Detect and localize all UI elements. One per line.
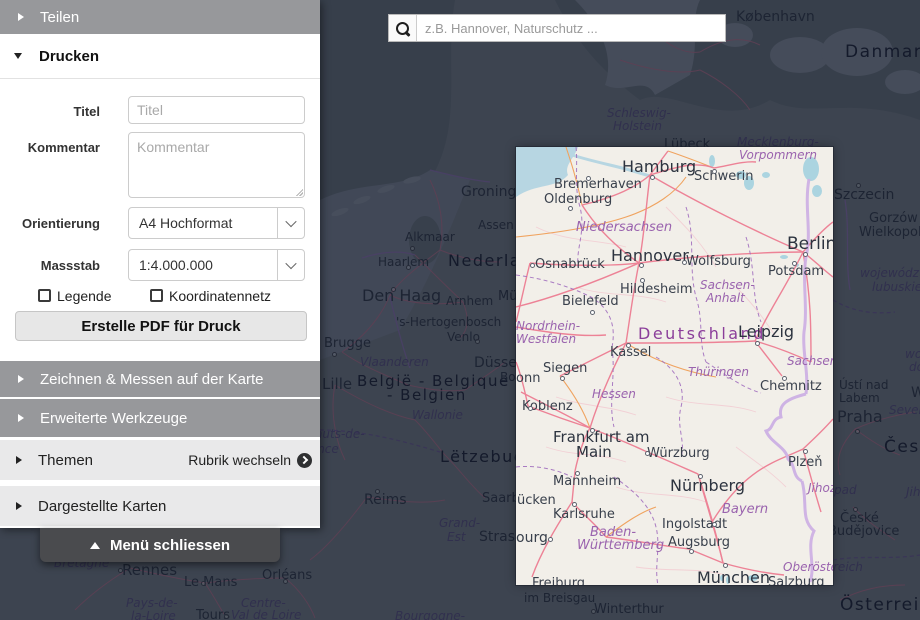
create-pdf-button[interactable]: Erstelle PDF für Druck (15, 311, 307, 341)
city-dot (755, 341, 760, 346)
accordion-draw-measure[interactable]: Zeichnen & Messen auf der Karte (0, 361, 320, 397)
city-dot (530, 263, 535, 268)
accordion-teilen-label: Teilen (40, 9, 79, 26)
orientation-value: A4 Hochformat (129, 215, 277, 231)
chevron-down-icon (14, 53, 22, 59)
checkbox-row: Legende Koordinatennetz (0, 288, 320, 304)
city-dot (803, 449, 808, 454)
city-dot (645, 451, 650, 456)
legend-checkbox[interactable] (38, 289, 51, 302)
city-dot (712, 169, 717, 174)
print-preview-area[interactable]: VorpommernHamburgSchwerinBremerhavenOlde… (516, 147, 833, 585)
city-dot (568, 206, 573, 211)
close-menu-label: Menü schliessen (110, 537, 230, 554)
city-dot (698, 474, 703, 479)
city-dot (375, 489, 380, 494)
accordion-drucken-label: Drucken (39, 48, 99, 65)
accordion-displayed-maps[interactable]: Dargestellte Karten (0, 486, 320, 526)
preview-map-graphics (516, 147, 833, 585)
scale-label: Massstab (0, 258, 100, 273)
chevron-down-icon (285, 258, 296, 269)
scale-select[interactable]: 1:4.000.000 (128, 249, 305, 281)
sidebar: Teilen Drucken Titel Kommentar Orientier… (0, 0, 320, 528)
search-input[interactable] (417, 15, 725, 41)
city-dot (201, 581, 206, 586)
title-label: Titel (0, 104, 100, 119)
city-dot (682, 260, 687, 265)
accordion-drucken[interactable]: Drucken (0, 34, 320, 79)
comment-textarea[interactable] (128, 132, 305, 198)
accordion-themes-label: Themen (38, 452, 93, 469)
accordion-draw-measure-label: Zeichnen & Messen auf der Karte (40, 371, 263, 388)
city-dot (332, 352, 337, 357)
search-icon (396, 22, 409, 35)
city-dot (224, 614, 229, 619)
chevron-down-icon (285, 216, 296, 227)
scale-value: 1:4.000.000 (129, 257, 277, 273)
city-dot (391, 287, 396, 292)
accordion-advanced-tools[interactable]: Erweiterte Werkzeuge (0, 399, 320, 437)
city-dot (626, 343, 631, 348)
chevron-right-icon (16, 456, 22, 464)
city-dot (782, 376, 787, 381)
title-input[interactable] (128, 96, 305, 124)
change-category-link[interactable]: Rubrik wechseln (188, 452, 312, 468)
city-dot (406, 265, 411, 270)
search-button[interactable] (389, 15, 417, 41)
city-dot (590, 428, 595, 433)
orientation-select[interactable]: A4 Hochformat (128, 207, 305, 239)
city-dot (590, 310, 595, 315)
accordion-advanced-tools-label: Erweiterte Werkzeuge (40, 410, 187, 427)
city-dot (689, 549, 694, 554)
city-dot (639, 263, 644, 268)
city-dot (572, 502, 577, 507)
city-dot (853, 507, 858, 512)
accordion-themes[interactable]: Themen Rubrik wechseln (0, 440, 320, 480)
city-dot (548, 537, 553, 542)
city-dot (586, 176, 591, 181)
city-dot (283, 579, 288, 584)
city-dot (118, 568, 123, 573)
city-dot (475, 339, 480, 344)
comment-label: Kommentar (0, 140, 100, 155)
orientation-label: Orientierung (0, 216, 100, 231)
city-dot (712, 522, 717, 527)
city-dot (528, 406, 533, 411)
grid-checkbox-label: Koordinatennetz (169, 288, 271, 304)
city-dot (640, 278, 645, 283)
chevron-up-icon (90, 542, 100, 549)
city-dot (856, 183, 861, 188)
city-dot (410, 246, 415, 251)
comment-field-wrap (128, 132, 305, 198)
select-chevron-box (277, 250, 304, 280)
close-menu-button[interactable]: Menü schliessen (40, 528, 280, 562)
select-chevron-box (277, 208, 304, 238)
arrow-right-circle-icon (297, 453, 312, 468)
app-root: KøbenhavnDanmarkSchleswig-HolsteinMeckle… (0, 0, 920, 620)
search-bar (388, 14, 726, 42)
city-dot (855, 429, 860, 434)
accordion-teilen[interactable]: Teilen (0, 0, 320, 34)
grid-checkbox[interactable] (150, 289, 163, 302)
city-dot (803, 252, 808, 257)
city-dot (723, 563, 728, 568)
city-dot (792, 261, 797, 266)
chevron-right-icon (16, 502, 22, 510)
chevron-right-icon (18, 414, 24, 422)
change-category-label: Rubrik wechseln (188, 452, 291, 468)
city-dot (591, 609, 596, 614)
city-dot (560, 376, 565, 381)
chevron-right-icon (18, 375, 24, 383)
legend-checkbox-label: Legende (57, 288, 112, 304)
city-dot (575, 471, 580, 476)
city-dot (650, 175, 655, 180)
accordion-displayed-maps-label: Dargestellte Karten (38, 498, 166, 515)
chevron-right-icon (18, 13, 24, 21)
